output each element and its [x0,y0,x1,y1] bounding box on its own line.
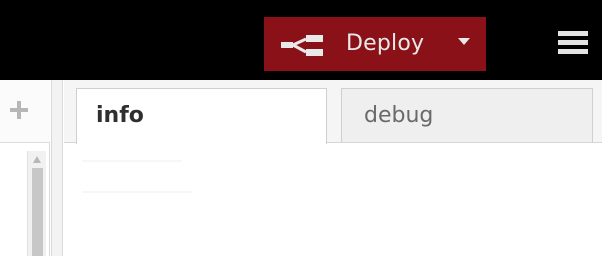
faint-content-line [82,160,182,162]
tab-info-label: info [96,103,144,128]
tab-info[interactable]: info [76,88,327,144]
editor-window: Deploy info debug [0,0,602,256]
sidebar-tab-bar: info debug [64,80,602,144]
sidebar: info debug [64,80,602,256]
workspace-vertical-scrollbar[interactable] [27,151,46,256]
menu-bar-icon [558,40,588,45]
scrollbar-thumb[interactable] [32,168,43,256]
top-header: Deploy [0,0,602,80]
workspace-left-strip [0,80,50,256]
scroll-up-icon[interactable] [33,156,41,163]
faint-content-line [82,191,192,193]
plus-icon[interactable] [8,99,30,121]
hamburger-menu-icon[interactable] [558,31,588,55]
caret-down-icon[interactable] [458,38,470,45]
tab-debug-label: debug [364,103,434,128]
tab-debug[interactable]: debug [341,88,593,142]
workspace-tab-area [0,80,50,143]
menu-bar-icon [558,31,588,36]
info-panel-content [64,143,602,256]
deploy-button[interactable]: Deploy [264,17,486,71]
deploy-label: Deploy [346,31,425,56]
deploy-icon [281,35,323,56]
sidebar-resize-handle[interactable] [51,80,63,256]
menu-bar-icon [558,49,588,54]
